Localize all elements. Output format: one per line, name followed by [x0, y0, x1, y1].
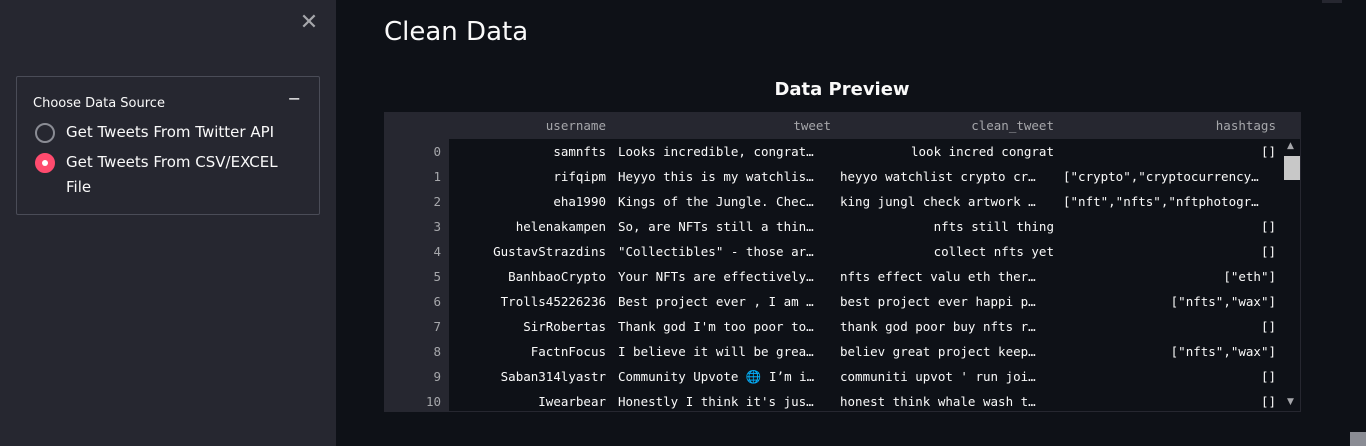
cell-hashtags: [] [1260, 244, 1276, 259]
cell-clean-tweet: communiti upvot ' run joi… [840, 369, 1036, 384]
cell-username: SirRobertas [523, 319, 606, 334]
cell-clean-tweet: thank god poor buy nfts r… [840, 319, 1036, 334]
cell-hashtags: [] [1260, 319, 1276, 334]
main-content: Clean Data Data Preview username tweet c… [336, 0, 1366, 446]
radio-option-twitter-api[interactable]: Get Tweets From Twitter API [35, 123, 286, 145]
row-index: 2 [433, 194, 441, 209]
expander-title: Choose Data Source [33, 96, 165, 111]
cell-tweet: Looks incredible, congrat… [618, 144, 814, 159]
row-index: 4 [433, 244, 441, 259]
radio-button-checked[interactable] [35, 153, 55, 173]
row-index: 8 [433, 344, 441, 359]
row-index: 1 [433, 169, 441, 184]
column-header-clean-tweet[interactable]: clean_tweet [840, 113, 1054, 138]
cell-hashtags: ["crypto","cryptocurrency… [1063, 169, 1259, 184]
cell-username: eha1990 [553, 194, 606, 209]
cell-username: rifqipm [553, 169, 606, 184]
scroll-up-icon[interactable]: ▲ [1287, 141, 1294, 151]
cell-hashtags: [] [1260, 369, 1276, 384]
cell-username: Saban314lyastr [500, 369, 606, 384]
cell-tweet: So, are NFTs still a thin… [618, 219, 814, 234]
column-header-hashtags[interactable]: hashtags [1063, 113, 1276, 138]
cell-clean-tweet: look incred congrat [911, 144, 1054, 159]
cell-clean-tweet: heyyo watchlist crypto cr… [840, 169, 1036, 184]
cell-tweet: Honestly I think it's jus… [618, 394, 814, 409]
scrollbar-track[interactable] [1282, 140, 1300, 411]
cell-hashtags: ["nft","nfts","nftphotogr… [1063, 194, 1259, 209]
cell-tweet: Thank god I'm too poor to… [618, 319, 814, 334]
radio-button-unchecked[interactable] [35, 123, 55, 143]
cell-tweet: Your NFTs are effectively… [618, 269, 814, 284]
scroll-down-icon[interactable]: ▼ [1287, 397, 1294, 407]
column-header-username[interactable]: username [449, 113, 608, 138]
cell-username: BanhbaoCrypto [508, 269, 606, 284]
row-index: 7 [433, 319, 441, 334]
close-icon[interactable]: ✕ [298, 12, 320, 34]
cell-clean-tweet: collect nfts yet [933, 244, 1054, 259]
cell-tweet: Best project ever , I am … [618, 294, 814, 309]
cell-clean-tweet: king jungl check artwork … [840, 194, 1036, 209]
radio-label: Get Tweets From CSV/EXCEL File [66, 153, 278, 196]
cell-username: samnfts [553, 144, 606, 159]
page-title: Clean Data [384, 17, 529, 47]
cell-tweet: I believe it will be grea… [618, 344, 814, 359]
cell-hashtags: [] [1260, 144, 1276, 159]
data-preview-table[interactable]: username tweet clean_tweet hashtags 0 sam… [384, 112, 1301, 412]
cell-hashtags: ["nfts","wax"] [1170, 344, 1276, 359]
column-header-tweet[interactable]: tweet [618, 113, 831, 138]
row-index: 6 [433, 294, 441, 309]
cell-username: helenakampen [515, 219, 606, 234]
collapse-icon[interactable]: − [288, 89, 301, 108]
radio-label: Get Tweets From Twitter API [66, 123, 275, 141]
cell-tweet: "Collectibles" - those ar… [618, 244, 814, 259]
row-index: 5 [433, 269, 441, 284]
cell-tweet: Heyyo this is my watchlis… [618, 169, 814, 184]
cell-hashtags: [] [1260, 394, 1276, 409]
cell-clean-tweet: nfts still thing [933, 219, 1054, 234]
cell-username: FactnFocus [530, 344, 606, 359]
row-index: 0 [433, 144, 441, 159]
cell-username: GustavStrazdins [493, 244, 606, 259]
cell-username: Iwearbear [538, 394, 606, 409]
row-index: 10 [425, 394, 441, 409]
section-title: Data Preview [774, 79, 910, 100]
radio-option-csv-excel[interactable]: Get Tweets From CSV/EXCEL File [35, 153, 286, 200]
cell-hashtags: ["eth"] [1223, 269, 1276, 284]
cell-tweet: Kings of the Jungle. Chec… [618, 194, 814, 209]
cell-clean-tweet: nfts effect valu eth ther… [840, 269, 1036, 284]
expander-header[interactable]: Choose Data Source − [33, 89, 303, 111]
row-index: 9 [433, 369, 441, 384]
cell-clean-tweet: honest think whale wash t… [840, 394, 1036, 409]
cell-username: Trolls45226236 [500, 294, 606, 309]
cell-hashtags: [] [1260, 219, 1276, 234]
top-toolbar-marker [1322, 0, 1342, 3]
scrollbar-thumb[interactable] [1284, 156, 1300, 180]
cell-tweet: Community Upvote 🌐 I’m i… [618, 369, 815, 384]
cell-clean-tweet: believ great project keep… [840, 344, 1036, 359]
resize-handle[interactable] [1350, 432, 1366, 446]
row-index: 3 [433, 219, 441, 234]
sidebar: ✕ Choose Data Source − Get Tweets From T… [0, 0, 336, 446]
data-source-expander: Choose Data Source − Get Tweets From Twi… [16, 76, 320, 215]
cell-hashtags: ["nfts","wax"] [1170, 294, 1276, 309]
cell-clean-tweet: best project ever happi p… [840, 294, 1036, 309]
